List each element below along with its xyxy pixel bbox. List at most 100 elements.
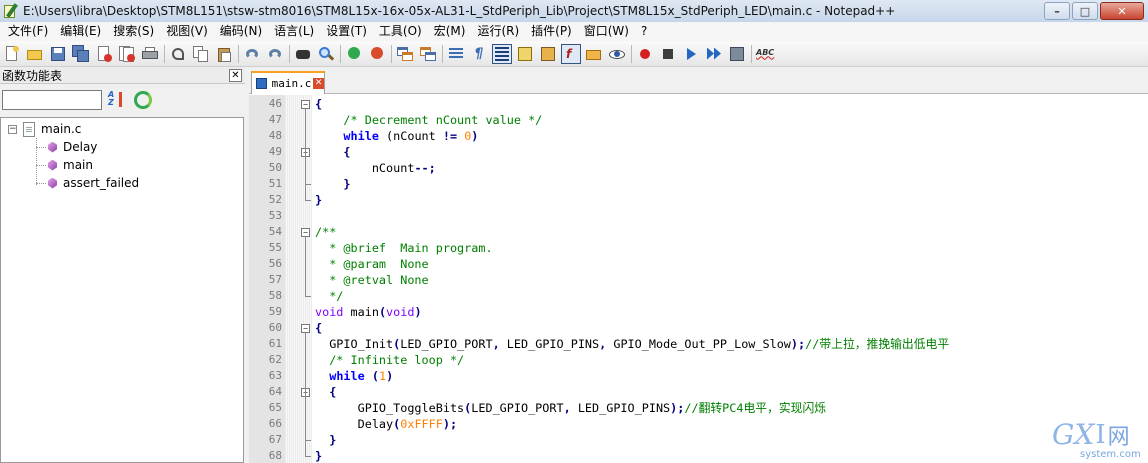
menu-help[interactable]: ?: [635, 22, 653, 41]
code-line[interactable]: 56 * @param None: [249, 256, 1148, 272]
code-line[interactable]: 60 −{: [249, 320, 1148, 336]
code-text: {: [315, 96, 322, 112]
close-window-button[interactable]: ✕: [1100, 2, 1144, 20]
tree-function-label: assert_failed: [63, 176, 140, 190]
tree-function-node[interactable]: assert_failed: [48, 174, 139, 192]
spell-check-icon[interactable]: ABC: [756, 45, 774, 63]
play-macro-icon[interactable]: [682, 45, 700, 63]
code-line[interactable]: 52}: [249, 192, 1148, 208]
menu-window[interactable]: 窗口(W): [578, 22, 635, 41]
code-line[interactable]: 61 GPIO_Init(LED_GPIO_PORT, LED_GPIO_PIN…: [249, 336, 1148, 352]
stop-macro-icon[interactable]: [659, 45, 677, 63]
close-file-icon[interactable]: [95, 45, 113, 63]
code-line[interactable]: 50 nCount--;: [249, 160, 1148, 176]
code-line[interactable]: 48 while (nCount != 0): [249, 128, 1148, 144]
toolbar: ¶ f ABC: [0, 41, 1148, 67]
code-line[interactable]: 55 * @brief Main program.: [249, 240, 1148, 256]
open-file-icon[interactable]: [26, 45, 44, 63]
code-text: /**: [315, 224, 336, 240]
function-list-icon[interactable]: [539, 45, 557, 63]
close-panel-icon[interactable]: ✕: [229, 68, 242, 82]
code-line[interactable]: 67 }: [249, 432, 1148, 448]
menu-file[interactable]: 文件(F): [2, 22, 54, 41]
code-line[interactable]: 54 −/**: [249, 224, 1148, 240]
code-line[interactable]: 47 /* Decrement nCount value */: [249, 112, 1148, 128]
fold-toggle-icon[interactable]: −: [301, 100, 310, 109]
code-text: }: [315, 192, 322, 208]
menu-search[interactable]: 搜索(S): [107, 22, 160, 41]
function-search-input[interactable]: [2, 90, 102, 110]
code-line[interactable]: 68}: [249, 448, 1148, 463]
code-line[interactable]: 46 −{: [249, 96, 1148, 112]
code-line[interactable]: 53: [249, 208, 1148, 224]
code-token: GPIO_Init: [315, 337, 394, 351]
sync-vertical-icon[interactable]: [396, 45, 414, 63]
word-wrap-icon[interactable]: [447, 45, 465, 63]
tree-file-node[interactable]: main.c: [23, 120, 81, 138]
code-line[interactable]: 51 }: [249, 176, 1148, 192]
copy-icon[interactable]: [192, 45, 210, 63]
menu-run[interactable]: 运行(R): [471, 22, 525, 41]
tree-file-label: main.c: [41, 122, 82, 136]
menu-tools[interactable]: 工具(O): [373, 22, 428, 41]
menu-macro[interactable]: 宏(M): [428, 22, 472, 41]
code-line[interactable]: 62 /* Infinite loop */: [249, 352, 1148, 368]
menu-settings[interactable]: 设置(T): [320, 22, 373, 41]
zoom-in-icon[interactable]: [345, 45, 363, 63]
minimize-button[interactable]: –: [1044, 2, 1070, 20]
undo-icon[interactable]: [243, 45, 261, 63]
code-line[interactable]: 63 while (1): [249, 368, 1148, 384]
tree-function-node[interactable]: main: [48, 156, 93, 174]
print-icon[interactable]: [141, 45, 159, 63]
line-number: 66: [268, 417, 282, 430]
code-line[interactable]: 58 */: [249, 288, 1148, 304]
fold-toggle-icon[interactable]: −: [301, 228, 310, 237]
menu-edit[interactable]: 编辑(E): [54, 22, 107, 41]
code-line[interactable]: 66 Delay(0xFFFF);: [249, 416, 1148, 432]
save-all-icon[interactable]: [72, 44, 90, 63]
tab-close-icon[interactable]: ✕: [313, 78, 324, 89]
code-text: }: [315, 432, 336, 448]
folder-workspace-icon[interactable]: [585, 45, 603, 63]
save-icon[interactable]: [49, 45, 67, 63]
show-all-chars-icon[interactable]: ¶: [470, 45, 488, 63]
code-editor[interactable]: 46−{47 /* Decrement nCount value */48 wh…: [249, 95, 1148, 463]
fold-end-marker: [305, 448, 311, 457]
redo-icon[interactable]: [266, 45, 284, 63]
code-line[interactable]: 64− {: [249, 384, 1148, 400]
maximize-icon: □: [1079, 4, 1091, 18]
code-line[interactable]: 59 void main(void): [249, 304, 1148, 320]
tree-function-label: main: [63, 158, 93, 172]
menu-plugins[interactable]: 插件(P): [525, 22, 578, 41]
tree-function-node[interactable]: Delay: [48, 138, 97, 156]
save-macro-icon[interactable]: [728, 45, 746, 63]
tab-main-c[interactable]: main.c ✕: [251, 71, 325, 94]
function-list-toggle-icon[interactable]: f: [561, 43, 581, 64]
menu-language[interactable]: 语言(L): [268, 22, 320, 41]
record-macro-icon[interactable]: [636, 45, 654, 63]
collapse-icon[interactable]: −: [8, 125, 17, 134]
replace-icon[interactable]: [317, 45, 335, 63]
indent-guide-icon[interactable]: [492, 43, 512, 64]
menu-view[interactable]: 视图(V): [160, 22, 214, 41]
monitor-icon[interactable]: [608, 45, 626, 63]
code-token: 0xFFFF: [400, 417, 443, 431]
sort-az-icon[interactable]: AZ: [108, 91, 126, 109]
close-all-icon[interactable]: [118, 45, 136, 63]
sync-horizontal-icon[interactable]: [419, 45, 437, 63]
zoom-out-icon[interactable]: [368, 45, 386, 63]
code-line[interactable]: 49− {: [249, 144, 1148, 160]
run-macro-multiple-icon[interactable]: [705, 45, 723, 63]
code-line[interactable]: 57 * @retval None: [249, 272, 1148, 288]
code-line[interactable]: 65 GPIO_ToggleBits(LED_GPIO_PORT, LED_GP…: [249, 400, 1148, 416]
menu-encoding[interactable]: 编码(N): [214, 22, 268, 41]
find-icon[interactable]: [294, 45, 312, 63]
fold-toggle-icon[interactable]: −: [301, 324, 310, 333]
maximize-button[interactable]: □: [1072, 2, 1098, 20]
paste-icon[interactable]: [215, 45, 233, 63]
reload-icon[interactable]: [134, 91, 152, 109]
cut-icon[interactable]: [169, 45, 187, 63]
document-map-icon[interactable]: [516, 45, 534, 63]
function-list-header: 函数功能表 ✕: [0, 67, 245, 84]
new-file-icon[interactable]: [3, 45, 21, 63]
